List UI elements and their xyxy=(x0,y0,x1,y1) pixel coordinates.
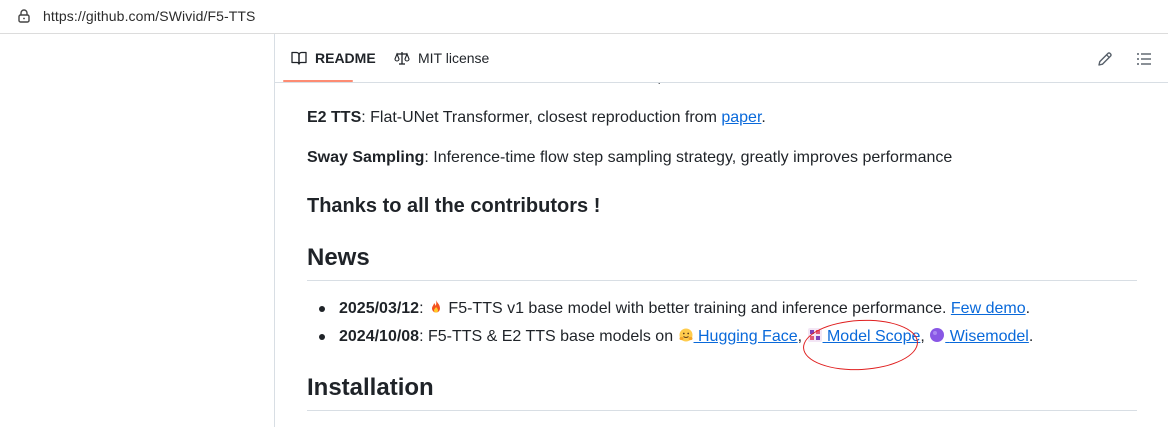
sway-sampling-label: Sway Sampling xyxy=(307,149,425,166)
fire-icon xyxy=(431,300,440,313)
sway-sampling-paragraph: Sway Sampling: Inference-time flow step … xyxy=(307,146,952,170)
e2-tts-paragraph: E2 TTS: Flat-UNet Transformer, closest r… xyxy=(307,106,766,130)
thanks-heading: Thanks to all the contributors ! xyxy=(307,195,601,217)
news-item-1: 2025/03/12: F5-TTS v1 base model with be… xyxy=(307,297,1033,325)
news-list: 2025/03/12: F5-TTS v1 base model with be… xyxy=(307,297,1033,353)
hugging-face-label: Hugging Face xyxy=(698,328,798,345)
tab-license[interactable]: MIT license xyxy=(394,50,489,66)
book-icon xyxy=(291,51,307,65)
scale-icon xyxy=(394,52,410,65)
hugging-face-link[interactable]: Hugging Face xyxy=(678,328,798,345)
active-tab-indicator xyxy=(283,80,353,82)
news-date: 2024/10/08 xyxy=(339,328,420,345)
left-pane xyxy=(0,34,274,427)
tab-readme[interactable]: README xyxy=(291,50,376,66)
few-demo-link[interactable]: Few demo xyxy=(951,300,1026,317)
news-text: F5-TTS v1 base model with better trainin… xyxy=(443,300,951,317)
installation-heading: Installation xyxy=(307,374,434,401)
separator: , xyxy=(920,328,930,345)
readme-panel: F5-TTS: Diffusion Transformer with ConvN… xyxy=(275,34,1168,427)
e2-tts-end: . xyxy=(761,109,766,126)
wisemodel-label: Wisemodel xyxy=(949,328,1029,345)
hugging-face-icon xyxy=(679,328,693,342)
e2-tts-text: : Flat-UNet Transformer, closest reprodu… xyxy=(361,109,722,126)
pencil-icon[interactable] xyxy=(1095,49,1115,69)
readme-content: F5-TTS: Diffusion Transformer with ConvN… xyxy=(275,34,1168,427)
address-bar[interactable]: https://github.com/SWivid/F5-TTS xyxy=(0,0,1168,34)
installation-divider xyxy=(307,410,1137,411)
sway-sampling-text: : Inference-time flow step sampling stra… xyxy=(424,149,953,166)
wisemodel-link[interactable]: Wisemodel xyxy=(929,328,1029,345)
paper-link[interactable]: paper xyxy=(721,109,761,126)
news-divider xyxy=(307,280,1137,281)
readme-tab-bar: README MIT license xyxy=(275,34,1168,83)
tab-license-label: MIT license xyxy=(418,50,490,66)
news-heading: News xyxy=(307,244,370,271)
tab-readme-label: README xyxy=(315,50,376,66)
news-text: : F5-TTS & E2 TTS base models on xyxy=(419,328,678,345)
url-text[interactable]: https://github.com/SWivid/F5-TTS xyxy=(43,8,255,24)
colon: : xyxy=(419,300,428,317)
news-end: . xyxy=(1025,300,1031,317)
purple-circle-icon xyxy=(930,328,945,342)
e2-tts-label: E2 TTS xyxy=(307,109,362,126)
news-end: . xyxy=(1028,328,1034,345)
news-date: 2025/03/12 xyxy=(339,300,420,317)
lock-icon[interactable] xyxy=(16,8,32,24)
list-outline-icon[interactable] xyxy=(1134,49,1154,69)
news-item-2: 2024/10/08: F5-TTS & E2 TTS base models … xyxy=(307,325,1033,353)
